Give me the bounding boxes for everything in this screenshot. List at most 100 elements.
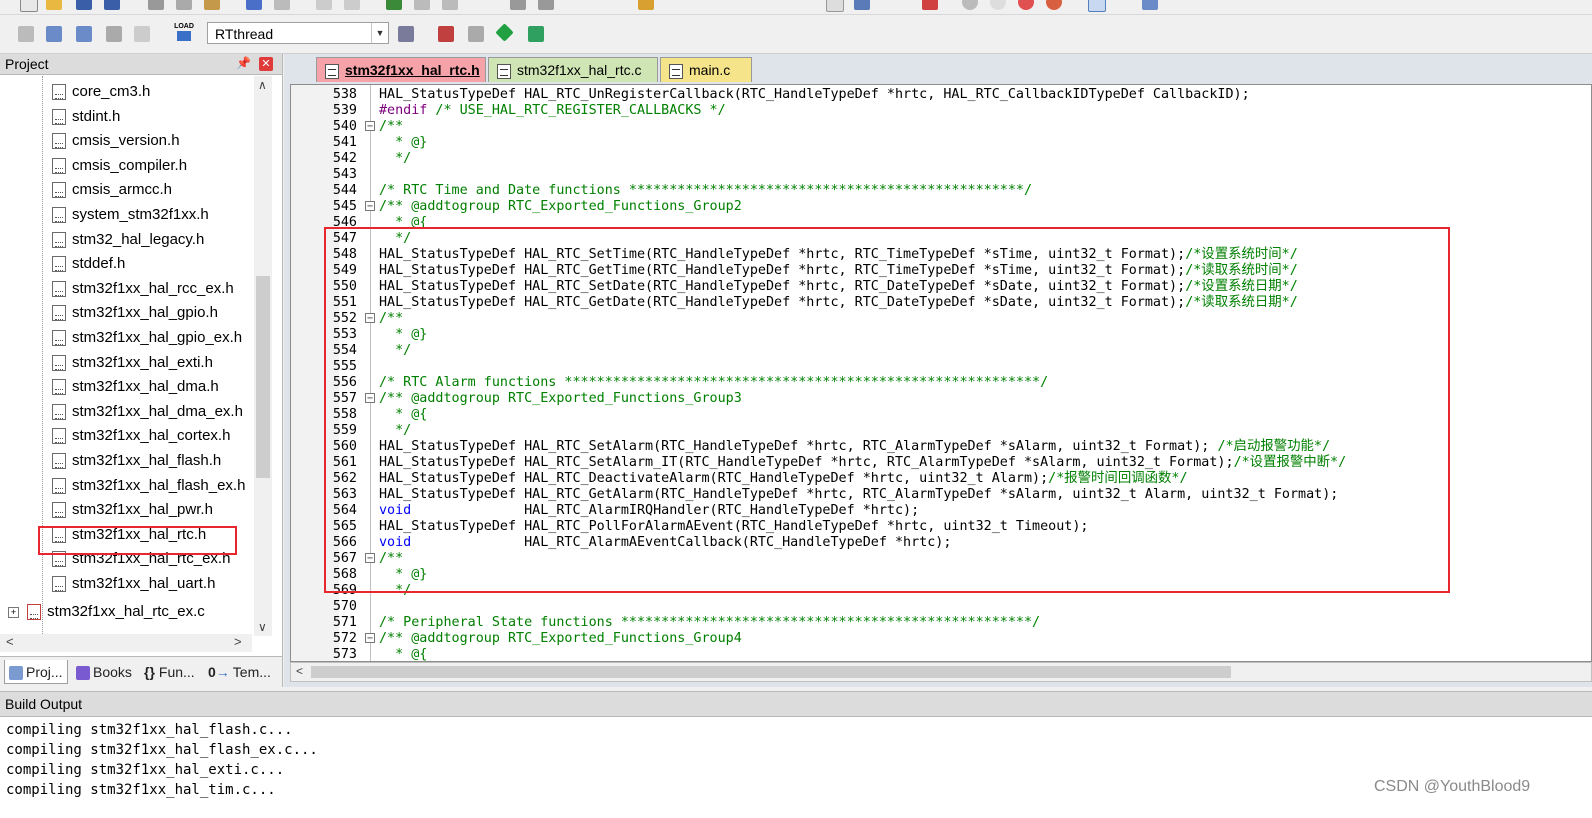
tree-file-label: core_cm3.h xyxy=(72,83,151,100)
nav-forward-icon[interactable] xyxy=(344,0,360,10)
indent-icon[interactable] xyxy=(414,0,430,10)
tree-file-item[interactable]: stm32f1xx_hal_cortex.h xyxy=(52,424,230,448)
header-file-icon xyxy=(52,428,66,445)
tree-file-item[interactable]: cmsis_armcc.h xyxy=(52,178,172,202)
books-icon xyxy=(76,666,90,681)
build-icon[interactable] xyxy=(46,26,62,42)
tree-file-item[interactable]: stm32f1xx_hal_exti.h xyxy=(52,351,213,375)
tab-functions[interactable]: {} Fun... xyxy=(140,660,202,684)
tab-main-c[interactable]: main.c xyxy=(660,57,752,82)
bookmark-icon[interactable] xyxy=(386,0,402,10)
tree-file-item[interactable]: stm32f1xx_hal_rcc_ex.h xyxy=(52,277,234,301)
editor-horizontal-scrollbar[interactable]: < xyxy=(290,662,1592,682)
tree-file-item[interactable]: stm32f1xx_hal_gpio_ex.h xyxy=(52,326,242,350)
expand-icon[interactable]: + xyxy=(8,606,19,618)
scroll-right-icon[interactable]: > xyxy=(234,634,242,649)
find-in-files-icon[interactable] xyxy=(638,0,654,10)
copy-icon[interactable] xyxy=(176,0,192,10)
save-all-icon[interactable] xyxy=(104,0,120,10)
tree-file-item[interactable]: stm32f1xx_hal_gpio.h xyxy=(52,301,218,325)
tab-templates[interactable]: 0→ Tem... xyxy=(204,660,272,684)
tree-file-label: stm32f1xx_hal_dma.h xyxy=(72,378,219,396)
project-vertical-scrollbar[interactable]: ∧ ∨ xyxy=(254,76,272,636)
main-toolbar xyxy=(0,0,1592,15)
tree-file-label: stm32f1xx_hal_uart.h xyxy=(72,575,216,592)
file-extensions-icon[interactable] xyxy=(468,26,484,42)
cut-icon[interactable] xyxy=(148,0,164,10)
incremental-find-icon[interactable] xyxy=(854,0,870,10)
save-icon[interactable] xyxy=(76,0,92,10)
fold-toggle-icon[interactable]: − xyxy=(365,201,375,212)
rebuild-icon[interactable] xyxy=(76,26,92,42)
code-line: 542 */ xyxy=(291,151,1581,167)
runtime-environment-icon[interactable] xyxy=(528,26,544,42)
line-number: 545 xyxy=(332,199,357,214)
line-number: 572 xyxy=(332,631,357,646)
paste-icon[interactable] xyxy=(204,0,220,10)
close-icon[interactable]: ✕ xyxy=(259,57,273,71)
project-horizontal-scrollbar[interactable]: < > xyxy=(0,634,252,652)
tab-stm32f1xx-hal-rtc-h[interactable]: stm32f1xx_hal_rtc.h xyxy=(316,57,486,82)
tree-file-item[interactable]: stm32f1xx_hal_uart.h xyxy=(52,572,215,596)
tree-file-label: stm32_hal_legacy.h xyxy=(72,230,205,248)
fold-toggle-icon[interactable]: − xyxy=(365,633,375,644)
tree-file-item[interactable]: stddef.h xyxy=(52,252,125,276)
fold-toggle-icon[interactable]: − xyxy=(365,121,375,132)
scroll-left-icon[interactable]: < xyxy=(6,634,14,649)
scroll-thumb[interactable] xyxy=(311,666,1231,678)
load-download-icon[interactable]: LOAD xyxy=(174,23,194,43)
header-file-icon xyxy=(52,477,66,494)
nav-back-icon[interactable] xyxy=(316,0,332,10)
pack-installer-icon[interactable] xyxy=(495,23,514,42)
code-editor[interactable]: 538 HAL_StatusTypeDef HAL_RTC_UnRegisterC… xyxy=(290,84,1592,662)
header-file-icon xyxy=(52,453,66,470)
pin-icon[interactable]: 📌 xyxy=(236,56,251,70)
header-file-icon xyxy=(52,379,66,396)
scroll-down-icon[interactable]: ∨ xyxy=(258,620,267,634)
tree-file-item[interactable]: stdint.h xyxy=(52,105,120,129)
tab-project[interactable]: Proj... xyxy=(4,660,68,684)
tree-file-item[interactable]: cmsis_version.h xyxy=(52,129,180,153)
manage-components-icon[interactable] xyxy=(438,26,454,42)
tree-file-item[interactable]: stm32_hal_legacy.h xyxy=(52,228,204,252)
breakpoint-icon[interactable] xyxy=(962,0,978,10)
tab-stm32f1xx-hal-rtc-c[interactable]: stm32f1xx_hal_rtc.c xyxy=(488,57,658,82)
new-file-icon[interactable] xyxy=(20,0,38,12)
undo-icon[interactable] xyxy=(246,0,262,10)
tab-books[interactable]: Books xyxy=(72,660,136,684)
breakpoint-kill-all-icon[interactable] xyxy=(1046,0,1062,10)
tree-file-item[interactable]: cmsis_compiler.h xyxy=(52,154,187,178)
translate-icon[interactable] xyxy=(18,26,34,42)
unindent-icon[interactable] xyxy=(442,0,458,10)
window-layout-icon[interactable] xyxy=(1088,0,1106,12)
tree-file-item[interactable]: stm32f1xx_hal_flash.h xyxy=(52,449,221,473)
uncomment-icon[interactable] xyxy=(538,0,554,10)
tree-file-item[interactable]: system_stm32f1xx.h xyxy=(52,203,209,227)
redo-icon[interactable] xyxy=(274,0,290,10)
chevron-down-icon[interactable]: ▼ xyxy=(371,23,388,43)
build-output-title: Build Output xyxy=(5,696,83,712)
tree-file-item[interactable]: core_cm3.h xyxy=(52,80,150,104)
open-file-icon[interactable] xyxy=(46,0,62,10)
code-segment: HAL_StatusTypeDef HAL_RTC_UnRegisterCall… xyxy=(379,87,1250,102)
scroll-thumb[interactable] xyxy=(256,276,270,478)
tools-icon[interactable] xyxy=(1142,0,1158,10)
tree-file-item[interactable]: stm32f1xx_hal_flash_ex.h xyxy=(52,474,245,498)
scroll-left-icon[interactable]: < xyxy=(296,664,303,678)
target-select[interactable]: RTthread ▼ xyxy=(207,22,389,44)
breakpoint-disable-icon[interactable] xyxy=(990,0,1006,10)
tree-group-item[interactable]: + stm32f1xx_hal_rtc_ex.c xyxy=(8,600,205,624)
debug-start-icon[interactable] xyxy=(922,0,938,10)
tree-file-item[interactable]: stm32f1xx_hal_pwr.h xyxy=(52,498,213,522)
line-number: 542 xyxy=(332,151,357,166)
header-file-icon xyxy=(52,182,66,199)
breakpoint-kill-icon[interactable] xyxy=(1018,0,1034,10)
find-dropdown-icon[interactable] xyxy=(826,0,844,12)
batch-build-icon[interactable] xyxy=(106,26,122,42)
scroll-up-icon[interactable]: ∧ xyxy=(258,78,267,92)
stop-build-icon[interactable] xyxy=(134,26,150,42)
tree-file-item[interactable]: stm32f1xx_hal_dma.h xyxy=(52,375,219,399)
tree-file-item[interactable]: stm32f1xx_hal_dma_ex.h xyxy=(52,400,243,424)
target-options-icon[interactable] xyxy=(398,26,414,42)
comment-icon[interactable] xyxy=(510,0,526,10)
